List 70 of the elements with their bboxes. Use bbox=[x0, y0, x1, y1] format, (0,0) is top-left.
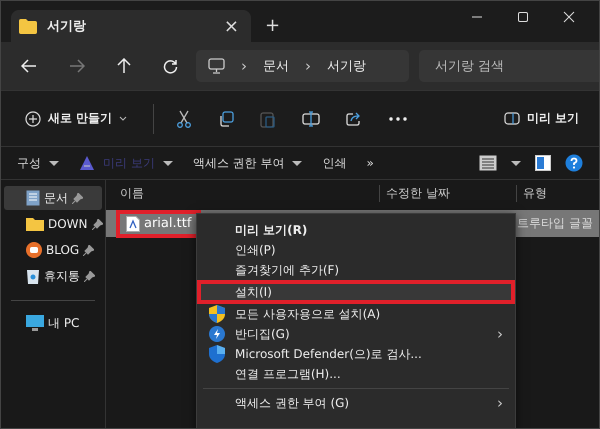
computer-icon bbox=[26, 315, 44, 331]
toolbar-menu-button[interactable]: 액세스 권한 부여 bbox=[188, 152, 306, 174]
maximize-icon[interactable] bbox=[517, 11, 529, 23]
font-file-icon bbox=[126, 216, 140, 232]
menu-item[interactable]: 반디집(G) › bbox=[197, 324, 515, 344]
toolbar-button[interactable]: » bbox=[362, 154, 378, 172]
refresh-icon[interactable] bbox=[163, 58, 178, 74]
dropdown-caret-icon bbox=[162, 160, 173, 166]
toolbar-button[interactable]: 인쇄 bbox=[318, 152, 350, 174]
more-icon[interactable] bbox=[389, 116, 408, 120]
tab-title: 서기랑 bbox=[47, 18, 87, 35]
plus-circle-icon bbox=[25, 110, 41, 126]
column-header[interactable]: 수정한 날짜 bbox=[379, 184, 516, 202]
lightning-icon bbox=[209, 326, 225, 342]
breadcrumb-item[interactable]: 서기랑 bbox=[327, 57, 366, 75]
chevron-separator: › bbox=[305, 57, 311, 75]
preview-pane-icon bbox=[504, 112, 520, 125]
pin-icon[interactable] bbox=[92, 218, 103, 230]
sidebar-item[interactable]: 휴지통 bbox=[4, 264, 102, 288]
sidebar-item[interactable]: 문서 bbox=[4, 186, 102, 210]
shield-icon bbox=[209, 345, 225, 363]
up-arrow-icon[interactable] bbox=[117, 58, 131, 74]
dropdown-caret-icon bbox=[49, 160, 59, 166]
address-bar[interactable]: › 문서 › 서기랑 bbox=[196, 50, 409, 82]
folder-icon bbox=[19, 18, 37, 34]
close-icon[interactable] bbox=[563, 11, 575, 23]
sidebar-item[interactable]: DOWN bbox=[4, 212, 102, 236]
menu-item[interactable]: 모든 사용자용으로 설치(A) bbox=[197, 304, 515, 324]
rename-icon[interactable] bbox=[302, 110, 320, 126]
shield-icon bbox=[209, 305, 225, 323]
font-preview-icon bbox=[79, 155, 95, 171]
file-name-cell[interactable]: arial.ttf bbox=[116, 210, 202, 238]
pin-icon[interactable] bbox=[84, 270, 95, 282]
chevron-down-icon bbox=[119, 116, 128, 122]
dropdown-caret-icon bbox=[292, 160, 302, 166]
help-icon[interactable] bbox=[565, 154, 583, 172]
pane-icon[interactable] bbox=[535, 155, 551, 171]
folder-tab[interactable]: 서기랑 × bbox=[11, 10, 251, 42]
search-field[interactable]: 서기랑 검색 bbox=[419, 50, 599, 82]
menu-item[interactable]: 즐겨찾기에 추가(F) bbox=[197, 260, 515, 280]
monitor-icon bbox=[208, 58, 225, 74]
forward-arrow-icon[interactable] bbox=[69, 59, 85, 73]
view-list-icon[interactable] bbox=[479, 155, 497, 171]
menu-item[interactable]: 액세스 권한 부여 (G) › bbox=[197, 393, 515, 413]
sidebar-item[interactable]: 내 PC bbox=[4, 311, 102, 335]
menu-item[interactable]: 설치(I) bbox=[197, 280, 515, 304]
recycle-bin-icon bbox=[26, 268, 40, 284]
menu-item[interactable]: Microsoft Defender(으)로 검사... bbox=[197, 344, 515, 364]
new-button[interactable]: 새로 만들기 bbox=[21, 106, 132, 131]
breadcrumb-item[interactable]: 문서 bbox=[263, 57, 289, 75]
back-arrow-icon[interactable] bbox=[21, 59, 37, 73]
folder-icon bbox=[26, 217, 44, 231]
copy-icon[interactable] bbox=[218, 110, 234, 126]
close-tab-button[interactable]: × bbox=[220, 16, 243, 36]
toolbar-menu-button[interactable]: 구성 bbox=[13, 152, 63, 174]
dropdown-caret-icon[interactable] bbox=[511, 160, 521, 166]
menu-item[interactable]: 연결 프로그램(H)... bbox=[197, 364, 515, 384]
new-tab-button[interactable]: + bbox=[261, 15, 284, 36]
menu-item[interactable]: 인쇄(P) bbox=[197, 240, 515, 260]
pin-icon[interactable] bbox=[72, 192, 83, 204]
preview-pane-button[interactable]: 미리 보기 bbox=[500, 106, 583, 131]
column-header[interactable]: 이름 bbox=[106, 184, 379, 202]
sidebar-item[interactable]: BLOG bbox=[4, 238, 102, 262]
scissors-icon[interactable] bbox=[176, 110, 192, 128]
blog-icon bbox=[26, 242, 42, 258]
file-type-cell-text: 트루타입 글꼴 bbox=[517, 215, 594, 232]
document-icon bbox=[26, 190, 40, 206]
column-header[interactable]: 유형 bbox=[516, 184, 547, 202]
chevron-separator: › bbox=[241, 57, 247, 75]
pin-icon[interactable] bbox=[83, 244, 94, 256]
